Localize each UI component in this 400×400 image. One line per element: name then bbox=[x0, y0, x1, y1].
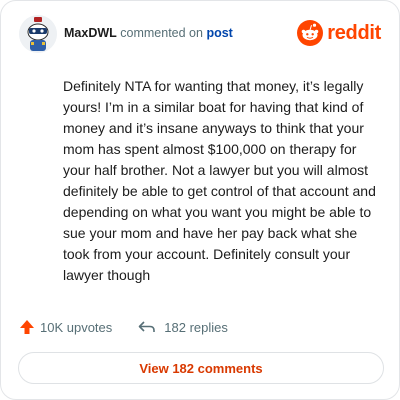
view-comments-button[interactable]: View 182 comments bbox=[18, 352, 384, 384]
comment-stats: 10K upvotes 182 replies bbox=[19, 317, 228, 337]
comment-text: Definitely NTA for wanting that money, i… bbox=[63, 78, 376, 283]
replies-group[interactable]: 182 replies bbox=[138, 319, 228, 335]
comment-header: MaxDWL commented on post reddit bbox=[19, 15, 381, 55]
reddit-brand[interactable]: reddit bbox=[297, 20, 381, 46]
comment-card: MaxDWL commented on post reddit Definite… bbox=[0, 0, 400, 400]
post-link[interactable]: post bbox=[206, 26, 232, 40]
brand-wordmark: reddit bbox=[327, 21, 381, 44]
reply-arrow-icon[interactable] bbox=[138, 319, 156, 335]
upvote-count: 10K upvotes bbox=[40, 319, 113, 335]
upvote-group[interactable]: 10K upvotes bbox=[19, 319, 112, 335]
snoo-avatar-icon[interactable] bbox=[19, 15, 57, 53]
reddit-logo-icon bbox=[297, 20, 324, 46]
byline-action: commented on bbox=[120, 26, 203, 40]
reply-count: 182 replies bbox=[164, 319, 228, 335]
username-link[interactable]: MaxDWL bbox=[64, 26, 117, 40]
byline: MaxDWL commented on post bbox=[64, 26, 233, 40]
upvote-arrow-icon[interactable] bbox=[19, 319, 35, 335]
